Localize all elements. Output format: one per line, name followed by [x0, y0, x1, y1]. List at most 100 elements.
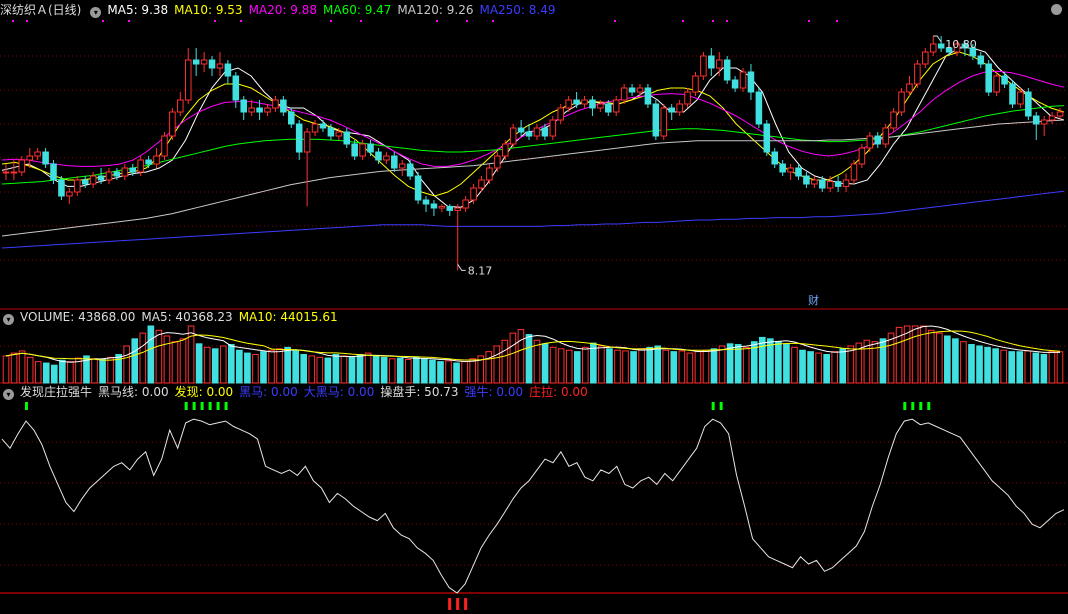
candlestick: [177, 92, 184, 116]
candle-body: [26, 155, 34, 161]
volume-chevron-icon[interactable]: ▾: [3, 314, 14, 325]
candle-body: [565, 99, 572, 109]
volume-bar: [517, 329, 525, 384]
candle-body: [343, 131, 351, 145]
candle-body: [129, 167, 137, 173]
candlestick: [454, 204, 461, 271]
bull-signal-mark: [711, 402, 715, 410]
volume-bar: [581, 346, 589, 384]
candlestick: [232, 72, 240, 108]
candlestick: [636, 84, 644, 96]
volume-bar: [211, 348, 219, 384]
volume-bar: [614, 349, 621, 384]
volume-bar: [992, 348, 999, 384]
ma-legend-item: MA60: 9.47: [323, 3, 392, 17]
expand-chevron-icon[interactable]: ▾: [90, 7, 102, 18]
volume-bar: [26, 356, 34, 384]
signal-dot: [726, 20, 728, 22]
candle-body: [1048, 115, 1056, 121]
bottom-signal-mark: [448, 598, 452, 610]
candle-body: [826, 181, 834, 189]
candlestick: [438, 204, 446, 212]
candlestick: [264, 104, 271, 116]
close-icon[interactable]: [1051, 4, 1062, 15]
bull-signal-mark: [911, 402, 915, 410]
volume-bar: [879, 338, 887, 384]
main-price-panel[interactable]: 10.80 8.17 财: [0, 0, 1068, 614]
candle-body: [446, 205, 454, 211]
candle-body: [81, 179, 89, 185]
volume-bar: [203, 346, 211, 384]
stock-title: 深纺织Ａ(日线): [0, 3, 82, 17]
candle-body: [430, 203, 438, 209]
candlestick: [779, 160, 786, 176]
candle-body: [1025, 91, 1032, 117]
candle-body: [161, 135, 168, 157]
candlestick: [2, 164, 10, 180]
candle-body: [256, 107, 263, 113]
volume-bar: [131, 338, 139, 384]
candlestick: [1017, 88, 1024, 108]
candlestick: [811, 176, 818, 188]
candlestick: [351, 140, 358, 160]
candlestick: [660, 104, 668, 140]
volume-bar: [236, 349, 243, 384]
candle-body: [977, 55, 985, 65]
kline-stage: 10.80 8.17 财 深纺织Ａ(日线) ▾ MA5: 9.38 MA10: 9.53 M…: [0, 0, 1068, 614]
volume-bar: [268, 349, 275, 384]
indicator-legend: 发现庄拉强牛 黑马线: 0.00 发现: 0.00 黑马: 0.00 大黑马: 0.00…: [20, 385, 594, 399]
candlestick: [993, 72, 1000, 96]
candlestick: [1040, 116, 1048, 136]
high-pointer: [933, 35, 942, 43]
candlestick: [1009, 80, 1016, 108]
volume-bar: [573, 351, 581, 384]
candle-body: [478, 179, 485, 189]
candle-body: [755, 91, 763, 125]
candle-body: [470, 187, 477, 201]
volume-bar: [710, 348, 718, 384]
candle-body: [628, 87, 636, 93]
candlestick: [406, 160, 414, 180]
candle-body: [937, 43, 945, 49]
volume-bar: [99, 358, 106, 384]
candle-body: [137, 159, 144, 173]
candle-body: [200, 59, 208, 65]
candle-body: [303, 131, 311, 153]
volume-bar: [734, 344, 742, 384]
candle-body: [684, 91, 691, 105]
candle-body: [224, 63, 232, 77]
indicator-chevron-icon[interactable]: ▾: [3, 389, 14, 400]
candle-body: [248, 107, 255, 113]
candle-body: [454, 207, 461, 211]
volume-bar: [453, 362, 460, 384]
candle-body: [676, 103, 683, 113]
candlestick: [89, 172, 97, 188]
candlestick: [161, 132, 168, 160]
candlestick: [367, 140, 374, 156]
candle-body: [438, 205, 446, 209]
candlestick: [842, 173, 850, 192]
candlestick: [929, 36, 937, 56]
indicator-legend-item: 发现庄拉强牛: [20, 385, 93, 399]
candlestick: [715, 52, 723, 76]
candlestick: [668, 104, 675, 120]
candle-body: [288, 111, 295, 125]
volume-bar: [1000, 349, 1007, 384]
finance-marker: 财: [808, 293, 819, 307]
ma-legend-item: MA10: 9.53: [174, 3, 243, 17]
candlestick: [208, 56, 216, 76]
volume-bar: [388, 358, 396, 384]
candlestick: [105, 168, 113, 184]
candle-body: [97, 175, 105, 181]
volume-bar: [59, 359, 66, 384]
candlestick: [501, 140, 509, 160]
candle-body: [58, 179, 65, 197]
volume-bar: [791, 346, 798, 384]
candlestick: [573, 92, 580, 108]
candle-body: [414, 175, 422, 201]
candlestick: [486, 164, 493, 184]
volume-bar: [179, 338, 187, 384]
low-price-label: 8.17: [468, 264, 493, 277]
volume-bar: [694, 351, 702, 384]
candle-body: [169, 111, 176, 137]
